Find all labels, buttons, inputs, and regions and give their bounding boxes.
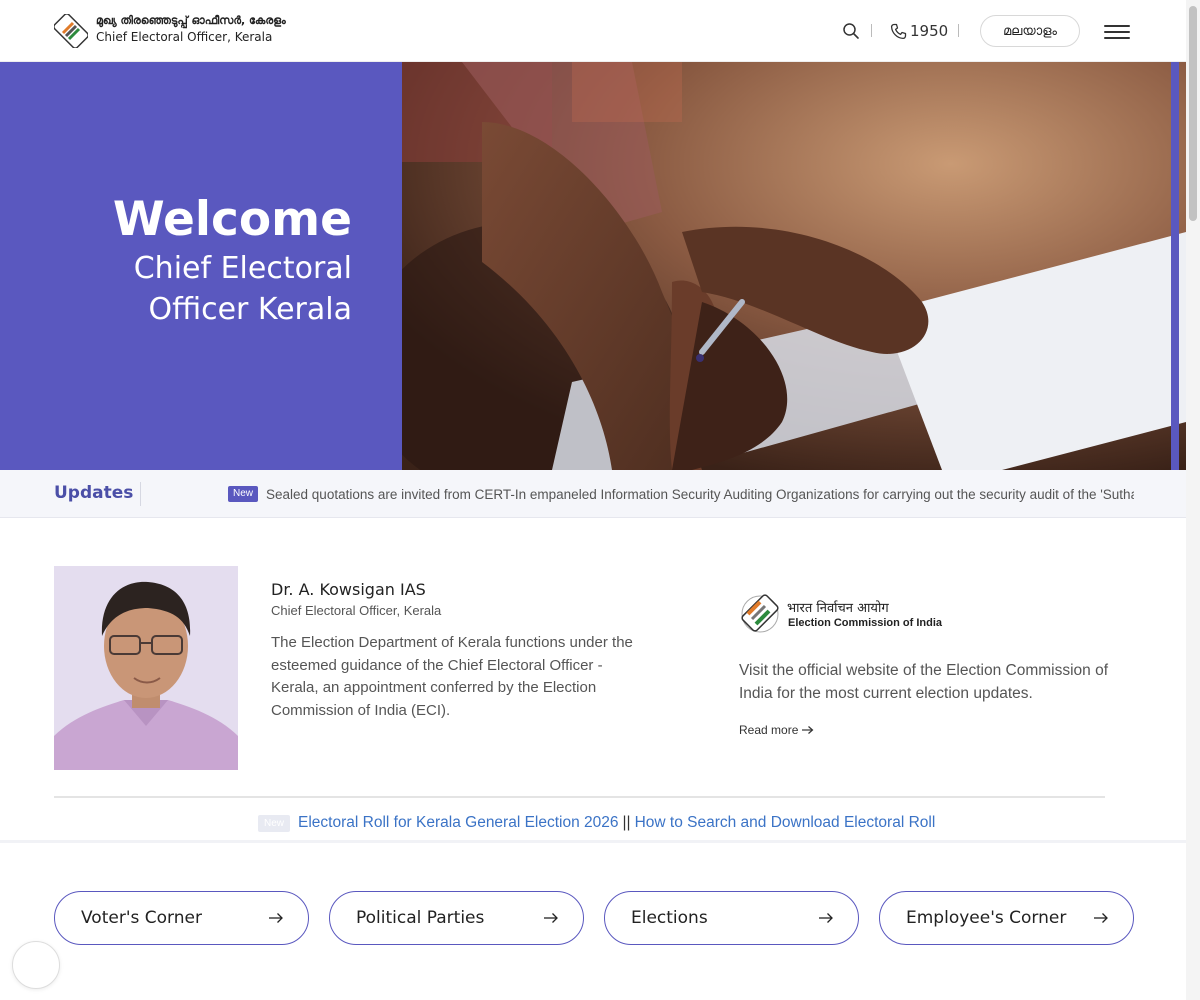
site-brand[interactable]: മുഖ്യ തിരഞ്ഞെടുപ്പ് ഓഫീസർ, കേരളം Chief E… <box>96 14 286 46</box>
new-badge: New <box>258 814 291 832</box>
link-separator: || <box>622 814 631 831</box>
band-separator <box>0 840 1186 843</box>
eci-title-hindi: भारत निर्वाचन आयोग <box>787 601 889 616</box>
election-logo-icon[interactable] <box>54 14 88 48</box>
section-divider <box>54 796 1105 798</box>
phone-icon <box>890 23 907 39</box>
arrow-right-icon <box>1094 913 1108 923</box>
language-toggle-button[interactable]: മലയാളം <box>980 15 1080 47</box>
read-more-label: Read more <box>739 723 799 737</box>
read-more-link[interactable]: Read more <box>739 723 814 737</box>
updates-title: Updates <box>54 483 134 503</box>
hero-subtitle-line1: Chief Electoral <box>133 251 352 286</box>
category-label: Employee's Corner <box>906 908 1067 928</box>
new-badge: New <box>228 486 259 502</box>
hero-subtitle-line2: Officer Kerala <box>148 292 352 327</box>
helpline-number: 1950 <box>910 22 949 40</box>
hero-welcome: Welcome <box>112 192 352 247</box>
officer-description: The Election Department of Kerala functi… <box>271 634 633 720</box>
officer-name: Dr. A. Kowsigan IAS <box>271 580 426 599</box>
scrollbar-thumb[interactable] <box>1189 6 1197 221</box>
hero-panel: Welcome Chief Electoral Officer Kerala <box>0 62 402 470</box>
officer-title: Chief Electoral Officer, Kerala <box>271 603 442 618</box>
political-parties-button[interactable]: Political Parties <box>329 891 584 945</box>
arrow-right-icon <box>802 726 814 734</box>
category-label: Elections <box>631 908 708 928</box>
hero-image-voter-ink <box>402 62 1186 470</box>
eci-title-english: Election Commission of India <box>788 617 943 629</box>
hamburger-menu-icon[interactable] <box>1104 25 1130 39</box>
site-header: മുഖ്യ തിരഞ്ഞെടുപ്പ് ഓഫീസർ, കേരളം Chief E… <box>0 0 1200 62</box>
ticker-text[interactable]: Sealed quotations are invited from CERT-… <box>266 487 1134 502</box>
updates-bar: Updates New Sealed quotations are invite… <box>0 470 1186 518</box>
employees-corner-button[interactable]: Employee's Corner <box>879 891 1134 945</box>
eci-logo-icon[interactable] <box>740 592 784 634</box>
header-divider <box>958 24 959 37</box>
header-divider <box>871 24 872 37</box>
search-icon[interactable] <box>842 22 860 40</box>
eci-description: Visit the official website of the Electi… <box>739 662 1109 702</box>
floating-accessibility-button[interactable] <box>12 941 60 989</box>
brand-title-english: Chief Electoral Officer, Kerala <box>96 30 273 44</box>
hero-heading: Welcome Chief Electoral Officer Kerala <box>113 192 352 330</box>
updates-ticker[interactable]: New Sealed quotations are invited from C… <box>228 484 1134 504</box>
brand-title-malayalam: മുഖ്യ തിരഞ്ഞെടുപ്പ് ഓഫീസർ, കേരളം <box>96 14 286 27</box>
category-label: Voter's Corner <box>81 908 202 928</box>
officer-photo <box>54 566 238 770</box>
updates-divider <box>140 482 141 506</box>
voters-corner-button[interactable]: Voter's Corner <box>54 891 309 945</box>
arrow-right-icon <box>269 913 283 923</box>
elections-button[interactable]: Elections <box>604 891 859 945</box>
electoral-roll-link[interactable]: Electoral Roll for Kerala General Electi… <box>298 814 619 832</box>
arrow-right-icon <box>544 913 558 923</box>
helpline-phone[interactable]: 1950 <box>890 20 948 42</box>
electoral-roll-notice: New Electoral Roll for Kerala General El… <box>258 812 935 834</box>
arrow-right-icon <box>819 913 833 923</box>
how-to-download-link[interactable]: How to Search and Download Electoral Rol… <box>635 814 936 832</box>
hero-accent-strip <box>1171 62 1179 470</box>
category-label: Political Parties <box>356 908 485 928</box>
